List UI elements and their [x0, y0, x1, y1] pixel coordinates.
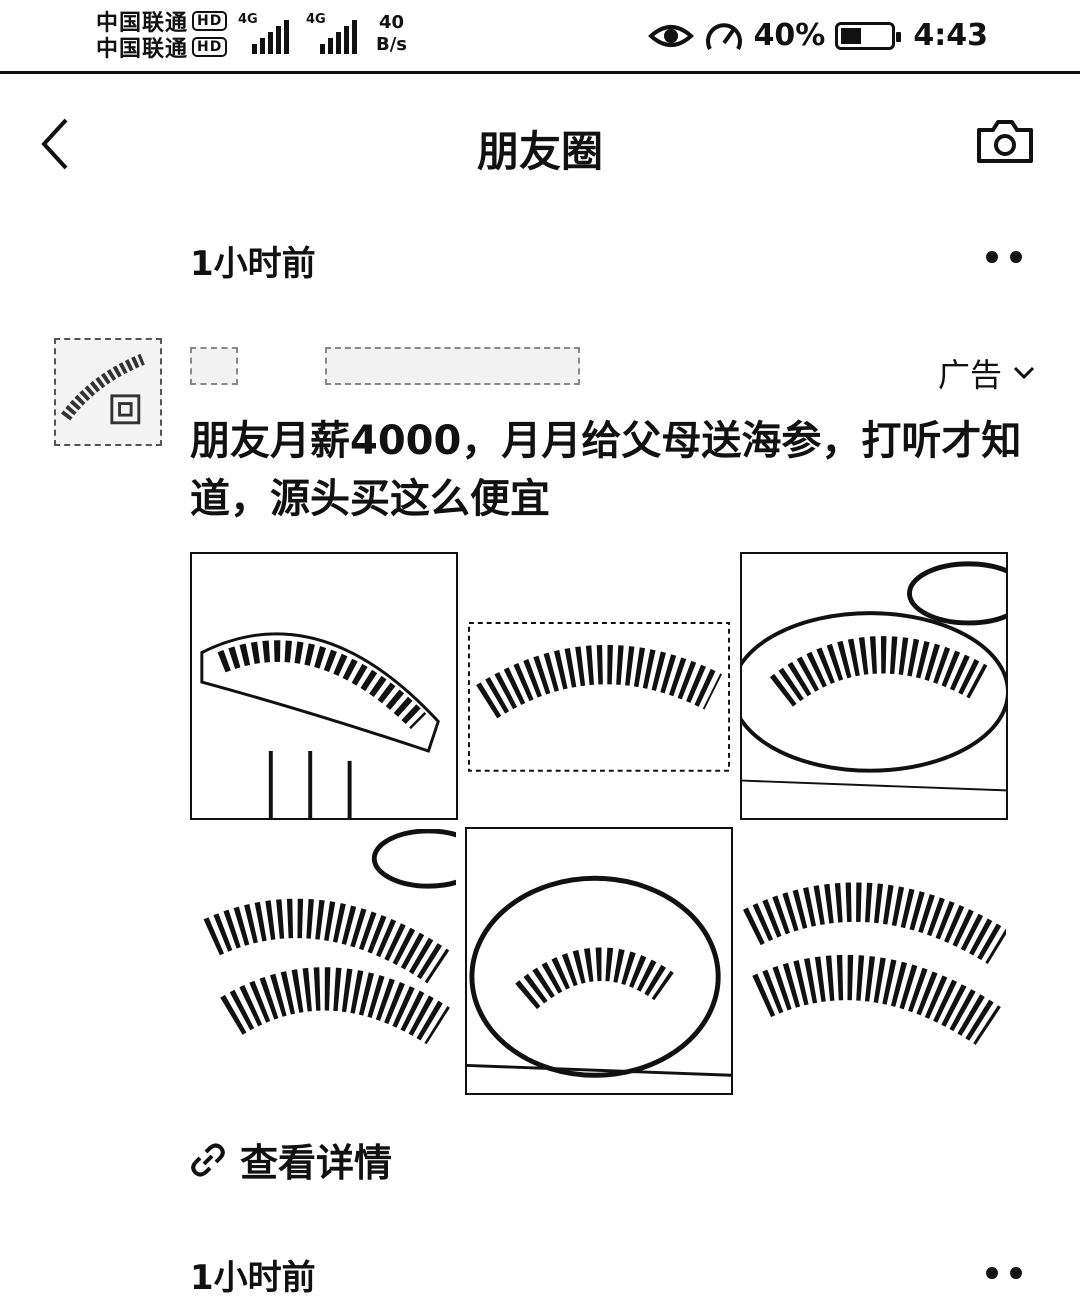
post-text: 朋友月薪4000，月月给父母送海参，打听才知道，源头买这么便宜: [190, 418, 1022, 522]
post-timestamp: 1小时前: [190, 1258, 316, 1298]
more-options-button[interactable]: [986, 1266, 1022, 1280]
image-grid: [190, 552, 1008, 1095]
battery-icon: [835, 21, 902, 50]
page-title: 朋友圈: [476, 127, 603, 176]
moments-header: 朋友圈: [0, 74, 1080, 224]
network-speed: 40 B/s: [376, 12, 408, 55]
view-details-link[interactable]: 查看详情: [190, 1132, 392, 1187]
battery-fill: [841, 27, 861, 44]
chevron-down-icon: [1013, 366, 1035, 380]
battery-percent: 40%: [753, 18, 826, 53]
avatar[interactable]: [54, 338, 162, 446]
post-image[interactable]: [190, 552, 458, 820]
ad-badge[interactable]: 广告: [938, 350, 1036, 396]
camera-icon[interactable]: [976, 118, 1034, 164]
post-image[interactable]: [740, 827, 1008, 1095]
username-redacted[interactable]: [190, 344, 580, 388]
eye-icon: [647, 24, 694, 47]
link-icon: [191, 1143, 225, 1176]
post-image[interactable]: [740, 552, 1008, 820]
post-image[interactable]: [190, 827, 458, 1095]
status-bar: 中国联通 HD 中国联通 HD 4G 4G 40 B/s 40% 4:43: [0, 0, 1080, 74]
hd-badge: HD: [192, 11, 228, 31]
signal-icon: 4G: [238, 12, 300, 54]
hd-badge: HD: [192, 37, 228, 57]
more-options-button[interactable]: [986, 250, 1022, 264]
post-image[interactable]: [465, 827, 733, 1095]
signal-icon: 4G: [306, 12, 368, 54]
speedometer-icon: [705, 22, 742, 50]
post-image[interactable]: [465, 552, 733, 820]
post-timestamp: 1小时前: [190, 244, 316, 284]
clock: 4:43: [913, 18, 988, 53]
carrier-2: 中国联通 HD: [96, 34, 228, 62]
carrier-info: 中国联通 HD 中国联通 HD: [96, 8, 228, 62]
